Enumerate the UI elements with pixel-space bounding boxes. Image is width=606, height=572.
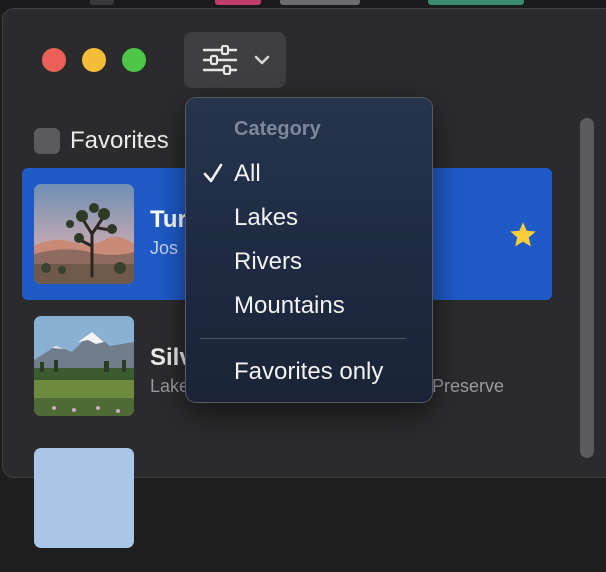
sliders-icon — [202, 45, 238, 75]
list-item[interactable] — [22, 440, 552, 572]
star-icon[interactable] — [508, 220, 538, 250]
scrollbar[interactable] — [580, 118, 594, 458]
menu-divider — [200, 338, 406, 339]
item-title: Tur — [150, 206, 187, 233]
chevron-down-icon — [254, 55, 270, 65]
checkmark-icon — [203, 163, 223, 183]
category-menu: Category All Lakes Rivers Mountains Favo… — [186, 98, 432, 402]
landmark-thumbnail — [34, 448, 134, 548]
menu-item-mountains[interactable]: Mountains — [234, 292, 345, 320]
menu-item-rivers[interactable]: Rivers — [234, 248, 302, 276]
minimize-button[interactable] — [82, 48, 106, 72]
landmark-thumbnail — [34, 184, 134, 284]
landmark-thumbnail — [34, 316, 134, 416]
favorites-checkbox[interactable] — [34, 128, 60, 154]
close-button[interactable] — [42, 48, 66, 72]
filter-menu-button[interactable] — [184, 32, 286, 88]
item-subtitle: Jos — [150, 238, 179, 258]
item-subtitle: Lake — [150, 376, 190, 396]
item-subtitle-tail: Preserve — [432, 376, 505, 396]
menu-item-favorites-only[interactable]: Favorites only — [234, 358, 383, 386]
menu-header: Category — [234, 118, 321, 140]
favorites-label: Favorites — [70, 127, 169, 154]
zoom-button[interactable] — [122, 48, 146, 72]
menu-item-all[interactable]: All — [234, 160, 261, 188]
menu-item-lakes[interactable]: Lakes — [234, 204, 298, 232]
